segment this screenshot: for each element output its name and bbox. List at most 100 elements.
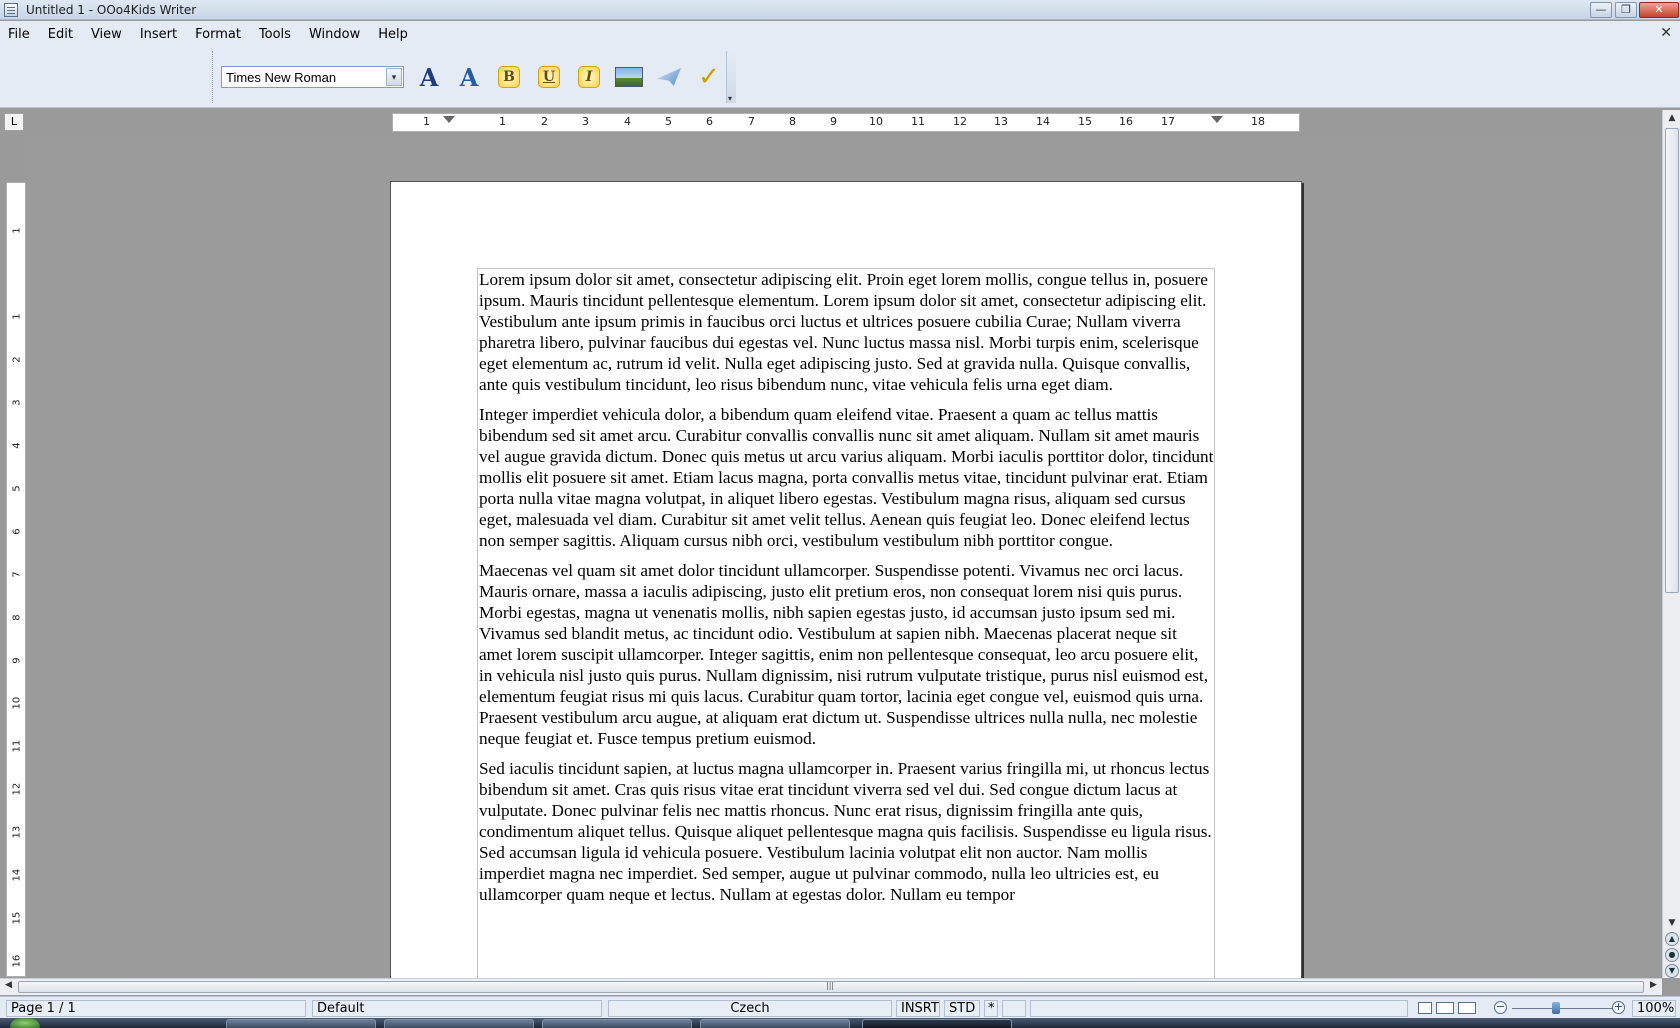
ruler-tick: 3 xyxy=(11,399,23,406)
zoom-slider-knob[interactable] xyxy=(1552,1002,1560,1014)
menu-edit[interactable]: Edit xyxy=(48,27,73,42)
next-page-icon[interactable]: ▼ xyxy=(1665,964,1679,978)
restore-button[interactable]: ❐ xyxy=(1615,2,1637,18)
os-taskbar xyxy=(0,1018,1680,1028)
multi-page-view-icon[interactable] xyxy=(1436,1002,1454,1014)
insert-image-icon xyxy=(615,67,643,87)
ruler-tick: 5 xyxy=(665,115,672,128)
ruler-tick: 4 xyxy=(624,115,631,128)
formatting-toolbar: Times New Roman ▾ A A B U I ✓ xyxy=(212,51,736,103)
vertical-ruler[interactable]: 1 1 2 3 4 5 6 7 8 9 10 11 12 13 14 15 16 xyxy=(6,182,26,977)
tab-stop-selector[interactable]: L xyxy=(4,113,24,131)
insert-image-button[interactable] xyxy=(614,62,644,92)
digital-signature-field[interactable] xyxy=(1002,1000,1026,1017)
ruler-tick: 3 xyxy=(582,115,589,128)
menu-insert[interactable]: Insert xyxy=(140,27,177,42)
menu-file[interactable]: File xyxy=(8,27,30,42)
insert-mode[interactable]: INSRT xyxy=(896,1000,940,1017)
close-window-button[interactable]: ✕ xyxy=(1639,2,1679,18)
gallery-button[interactable] xyxy=(654,62,684,92)
chevron-down-icon[interactable]: ▾ xyxy=(386,68,402,86)
ruler-tick: 14 xyxy=(1036,115,1050,128)
ruler-tick: 14 xyxy=(11,868,23,882)
document-workspace: Lorem ipsum dolor sit amet, consectetur … xyxy=(30,136,1662,978)
zoom-out-icon[interactable]: − xyxy=(1494,1001,1507,1014)
single-page-view-icon[interactable] xyxy=(1418,1002,1432,1014)
ruler-tick: 7 xyxy=(11,571,23,578)
horizontal-ruler[interactable]: 1 1 2 3 4 5 6 7 8 9 10 11 12 13 14 15 16… xyxy=(392,113,1300,132)
previous-page-icon[interactable]: ▲ xyxy=(1665,932,1679,946)
fontwork-icon: A xyxy=(459,62,479,92)
menu-tools[interactable]: Tools xyxy=(259,27,291,42)
ruler-tick: 1 xyxy=(423,115,430,128)
ruler-tick: 2 xyxy=(541,115,548,128)
ruler-tick: 1 xyxy=(11,313,23,320)
page-style[interactable]: Default xyxy=(312,1000,602,1017)
ruler-tick: 6 xyxy=(706,115,713,128)
start-orb-icon[interactable] xyxy=(10,1018,40,1028)
document-modified-indicator: * xyxy=(984,1000,998,1017)
paragraph[interactable]: Integer imperdiet vehicula dolor, a bibe… xyxy=(479,404,1214,551)
scroll-down-icon[interactable]: ▼ xyxy=(1665,916,1679,930)
ruler-tick: 8 xyxy=(11,614,23,621)
underline-button[interactable]: U xyxy=(534,62,564,92)
ruler-tick: 9 xyxy=(830,115,837,128)
zoom-slider-track[interactable] xyxy=(1512,1008,1614,1009)
window-title: Untitled 1 - OOo4Kids Writer xyxy=(26,2,197,17)
ruler-tick: 15 xyxy=(11,911,23,925)
ruler-tick: 4 xyxy=(11,442,23,449)
ruler-tick: 18 xyxy=(1251,115,1265,128)
vertical-scrollbar[interactable]: ▲ ▼ ▲ ● ▼ xyxy=(1662,110,1680,978)
taskbar-button[interactable] xyxy=(384,1019,534,1028)
bold-button[interactable]: B xyxy=(494,62,524,92)
font-name-value: Times New Roman xyxy=(226,69,337,85)
spellcheck-icon: ✓ xyxy=(698,62,720,92)
book-view-icon[interactable] xyxy=(1458,1002,1476,1014)
spellcheck-button[interactable]: ✓ xyxy=(694,62,724,92)
character-format-button[interactable]: A xyxy=(414,62,444,92)
horizontal-scrollbar[interactable]: ◀ ||| ▶ xyxy=(0,978,1662,995)
ruler-tick: 10 xyxy=(869,115,883,128)
close-document-icon[interactable]: ✕ xyxy=(1660,25,1672,41)
ruler-tick: 16 xyxy=(1119,115,1133,128)
vertical-scroll-thumb[interactable] xyxy=(1665,128,1679,593)
text-area[interactable]: Lorem ipsum dolor sit amet, consectetur … xyxy=(477,268,1215,978)
ruler-tick: 5 xyxy=(11,485,23,492)
navigator-icon[interactable]: ● xyxy=(1665,948,1679,962)
menu-help[interactable]: Help xyxy=(378,27,408,42)
font-name-combobox[interactable]: Times New Roman ▾ xyxy=(221,66,404,88)
fontwork-button[interactable]: A xyxy=(454,62,484,92)
menu-bar: File Edit View Insert Format Tools Windo… xyxy=(0,21,1680,47)
paragraph[interactable]: Sed iaculis tincidunt sapien, at luctus … xyxy=(479,758,1214,905)
zoom-level[interactable]: 100% xyxy=(1632,1000,1676,1017)
bold-icon: B xyxy=(498,66,520,88)
ruler-tick: 15 xyxy=(1078,115,1092,128)
taskbar-button-active[interactable] xyxy=(862,1019,1012,1028)
selection-mode[interactable]: STD xyxy=(944,1000,980,1017)
scroll-right-icon[interactable]: ▶ xyxy=(1650,980,1657,990)
underline-icon: U xyxy=(538,66,560,88)
ruler-tick: 17 xyxy=(1161,115,1175,128)
toolbar-options-handle[interactable] xyxy=(726,51,736,103)
paragraph[interactable]: Lorem ipsum dolor sit amet, consectetur … xyxy=(479,269,1214,395)
paragraph[interactable]: Maecenas vel quam sit amet dolor tincidu… xyxy=(479,560,1214,749)
gallery-icon xyxy=(657,68,681,86)
scroll-left-icon[interactable]: ◀ xyxy=(5,980,12,990)
menu-format[interactable]: Format xyxy=(195,27,241,42)
right-indent-marker[interactable] xyxy=(1211,116,1223,123)
menu-view[interactable]: View xyxy=(91,27,122,42)
taskbar-button[interactable] xyxy=(226,1019,376,1028)
character-format-icon: A xyxy=(419,62,439,92)
italic-button[interactable]: I xyxy=(574,62,604,92)
scroll-up-icon[interactable]: ▲ xyxy=(1665,111,1679,125)
minimize-button[interactable]: — xyxy=(1590,2,1612,18)
zoom-in-icon[interactable]: + xyxy=(1612,1001,1625,1014)
page-indicator[interactable]: Page 1 / 1 xyxy=(6,1000,306,1017)
menu-window[interactable]: Window xyxy=(309,27,360,42)
document-page[interactable]: Lorem ipsum dolor sit amet, consectetur … xyxy=(390,181,1302,978)
taskbar-button[interactable] xyxy=(700,1019,850,1028)
left-indent-marker[interactable] xyxy=(443,116,455,123)
language-indicator[interactable]: Czech xyxy=(608,1000,892,1017)
ruler-tick: 11 xyxy=(11,739,23,753)
taskbar-button[interactable] xyxy=(542,1019,692,1028)
